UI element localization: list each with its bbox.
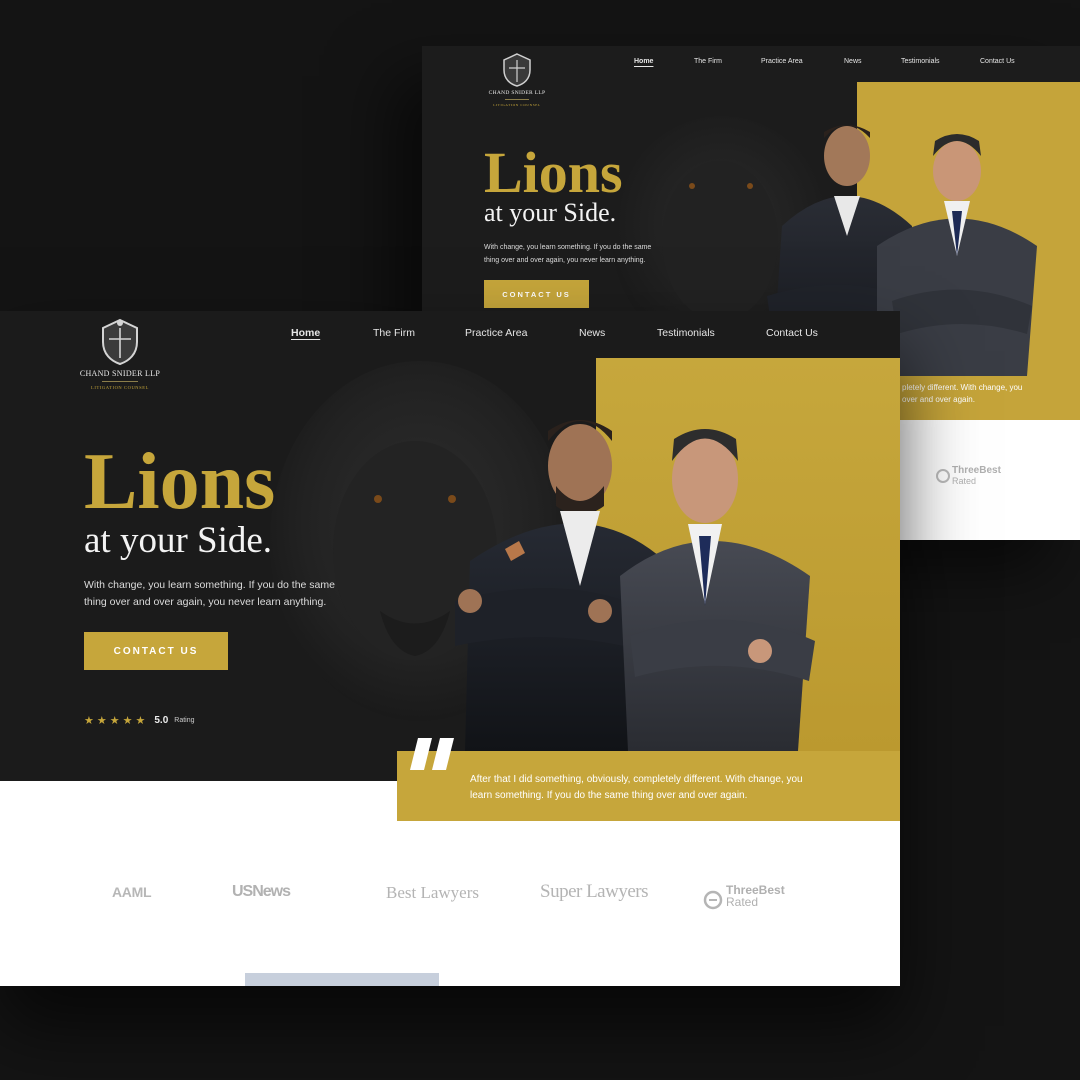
back-nav-testimonials[interactable]: Testimonials [901, 58, 940, 65]
star-icon: ★ [122, 715, 133, 727]
back-threebest-logo: ThreeBest [952, 465, 1001, 476]
back-crest-icon [503, 53, 531, 87]
lion-eye-right [448, 495, 456, 503]
rating-label: Rating [174, 717, 195, 724]
back-nav-home[interactable]: Home [634, 58, 653, 65]
hero-description: With change, you learn something. If you… [84, 579, 335, 608]
testimonial-quote: After that I did something, obviously, c… [470, 774, 803, 801]
back-contact-us-button[interactable]: CONTACT US [484, 280, 589, 308]
back-nav-practice-area[interactable]: Practice Area [761, 58, 803, 65]
back-firm-tagline: LITIGATION COUNSEL [493, 103, 541, 107]
back-threebest-sub: Rated [952, 476, 977, 486]
nav-news[interactable]: News [579, 327, 605, 339]
contact-us-button[interactable]: CONTACT US [84, 632, 228, 670]
back-hero-title: Lions [484, 140, 623, 205]
crest-icon [102, 318, 138, 366]
back-firm-name: CHAND SNIDER LLP [488, 90, 546, 96]
star-icon: ★ [135, 715, 146, 727]
rating: ★ ★ ★ ★ ★ 5.0 Rating [84, 714, 195, 727]
star-icon: ★ [96, 715, 107, 727]
hero-title: Lions [84, 438, 276, 526]
nav-home[interactable]: Home [291, 327, 320, 339]
back-nav-contact-us[interactable]: Contact Us [980, 58, 1015, 65]
rating-value: 5.0 [154, 715, 169, 726]
mockup-stage: CHAND SNIDER LLP LITIGATION COUNSEL Home… [0, 0, 1080, 1080]
bottom-image-strip [245, 973, 439, 986]
star-icon: ★ [109, 715, 120, 727]
back-hero-description: With change, you learn something. If you… [484, 244, 652, 264]
firm-name: CHAND SNIDER LLP [79, 369, 161, 378]
back-hero-subtitle: at your Side. [484, 198, 617, 227]
best-lawyers-logo: Best Lawyers [386, 883, 480, 902]
back-nav-the-firm[interactable]: The Firm [694, 58, 722, 65]
back-quote-text: pletely different. With change, you over… [902, 383, 1023, 404]
aaml-logo: AAML [112, 884, 152, 900]
hero-subtitle: at your Side. [84, 520, 273, 561]
usnews-logo: USNews [232, 883, 291, 900]
firm-tagline: LITIGATION COUNSEL [91, 385, 149, 390]
front-website-screenshot: CHAND SNIDER LLP LITIGATION COUNSEL Home… [0, 311, 900, 986]
nav-testimonials[interactable]: Testimonials [657, 327, 715, 339]
nav-the-firm[interactable]: The Firm [373, 327, 415, 339]
front-logo[interactable]: CHAND SNIDER LLP LITIGATION COUNSEL [74, 317, 166, 390]
nav-practice-area[interactable]: Practice Area [465, 327, 527, 339]
back-logo[interactable]: CHAND SNIDER LLP LITIGATION COUNSEL [472, 52, 562, 107]
nav-contact-us[interactable]: Contact Us [766, 327, 818, 339]
super-lawyers-logo: Super Lawyers [540, 881, 649, 902]
back-nav-news[interactable]: News [844, 58, 862, 65]
star-icon: ★ [84, 715, 94, 727]
threebest-logo: ThreeBest Rated [726, 883, 785, 909]
lion-eye-left [374, 495, 382, 503]
